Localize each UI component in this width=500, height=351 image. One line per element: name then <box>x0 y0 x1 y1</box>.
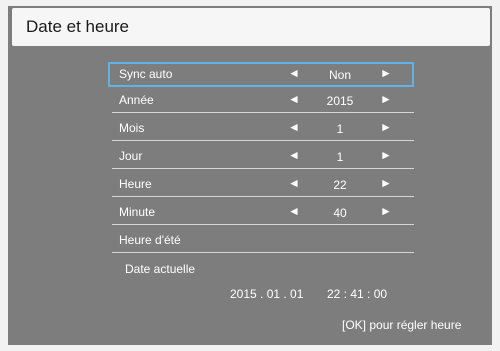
row-sync-auto[interactable]: Sync auto ◄ Non ► <box>108 62 414 87</box>
arrow-right-icon[interactable]: ► <box>380 120 392 134</box>
row-label: Minute <box>119 205 156 219</box>
row-annee[interactable]: Année ◄ 2015 ► <box>108 88 414 113</box>
current-date-label: Date actuelle <box>125 262 196 276</box>
row-divider <box>112 168 414 169</box>
ok-hint: [OK] pour régler heure <box>342 318 462 332</box>
arrow-left-icon[interactable]: ◄ <box>288 148 300 162</box>
row-divider <box>112 196 414 197</box>
arrow-left-icon[interactable]: ◄ <box>288 120 300 134</box>
title-bar: Date et heure <box>12 8 490 46</box>
row-minute[interactable]: Minute ◄ 40 ► <box>108 200 414 225</box>
row-label: Jour <box>119 149 143 163</box>
row-value: 2015 <box>326 94 354 108</box>
row-heure[interactable]: Heure ◄ 22 ► <box>108 172 414 197</box>
row-heure-ete[interactable]: Heure d'été <box>108 228 414 253</box>
row-label: Année <box>119 93 154 107</box>
row-label: Mois <box>119 121 145 135</box>
arrow-left-icon[interactable]: ◄ <box>288 66 300 80</box>
current-date-value: 2015 . 01 . 01 <box>230 287 304 301</box>
arrow-right-icon[interactable]: ► <box>380 204 392 218</box>
arrow-left-icon[interactable]: ◄ <box>288 176 300 190</box>
arrow-left-icon[interactable]: ◄ <box>288 204 300 218</box>
row-divider <box>112 224 414 225</box>
arrow-right-icon[interactable]: ► <box>380 148 392 162</box>
row-mois[interactable]: Mois ◄ 1 ► <box>108 116 414 141</box>
row-value: 1 <box>336 122 344 136</box>
row-value: 22 <box>333 178 347 192</box>
row-label: Heure d'été <box>119 233 181 247</box>
current-time-value: 22 : 41 : 00 <box>327 287 388 301</box>
arrow-right-icon[interactable]: ► <box>380 92 392 106</box>
arrow-right-icon[interactable]: ► <box>380 176 392 190</box>
row-divider <box>112 140 414 141</box>
row-divider <box>112 252 414 253</box>
arrow-right-icon[interactable]: ► <box>380 66 392 80</box>
row-label: Heure <box>119 177 152 191</box>
row-divider <box>112 112 414 113</box>
row-label: Sync auto <box>119 67 173 81</box>
arrow-left-icon[interactable]: ◄ <box>288 92 300 106</box>
row-value: 1 <box>336 150 344 164</box>
row-value: Non <box>328 68 351 82</box>
page-title: Date et heure <box>26 17 130 36</box>
row-value: 40 <box>333 206 347 220</box>
row-jour[interactable]: Jour ◄ 1 ► <box>108 144 414 169</box>
